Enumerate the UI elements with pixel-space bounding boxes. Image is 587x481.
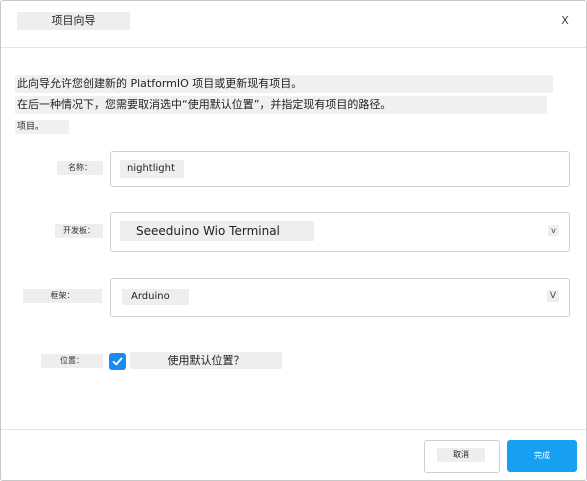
name-label: 名称： (57, 161, 103, 175)
dialog-title: 项目向导 (17, 12, 130, 30)
framework-select[interactable]: Arduino V (110, 278, 570, 317)
finish-button[interactable]: 完成 (507, 440, 577, 472)
dialog-header: 项目向导 X (1, 1, 586, 48)
description-line-3: 项目。 (15, 120, 69, 134)
cancel-button-label: 取消 (437, 448, 485, 462)
description-line-1: 此向导允许您创建新的 PlatformIO 项目或更新现有项目。 (15, 75, 553, 93)
chevron-down-icon[interactable]: v (548, 225, 559, 236)
board-selected-value: Seeeduino Wio Terminal (120, 221, 314, 241)
project-name-value: nightlight (120, 160, 184, 178)
default-location-label[interactable]: 使用默认位置？ (130, 352, 282, 369)
project-name-input[interactable]: nightlight (110, 151, 570, 187)
framework-selected-value: Arduino (122, 289, 189, 305)
finish-button-label: 完成 (534, 451, 550, 460)
framework-label: 框架： (23, 289, 102, 303)
project-wizard-dialog: 项目向导 X 此向导允许您创建新的 PlatformIO 项目或更新现有项目。 … (0, 0, 587, 481)
default-location-checkbox[interactable] (109, 353, 126, 370)
board-label: 开发板： (55, 224, 103, 238)
board-select[interactable]: Seeeduino Wio Terminal v (110, 212, 570, 252)
location-label: 位置： (41, 354, 103, 368)
checkmark-icon (112, 357, 123, 366)
description-line-2: 在后一种情况下，您需要取消选中“使用默认位置”，并指定现有项目的路径。 (15, 96, 547, 114)
close-button[interactable]: X (557, 13, 573, 29)
cancel-button[interactable]: 取消 (424, 440, 500, 473)
chevron-down-icon[interactable]: V (547, 290, 559, 302)
